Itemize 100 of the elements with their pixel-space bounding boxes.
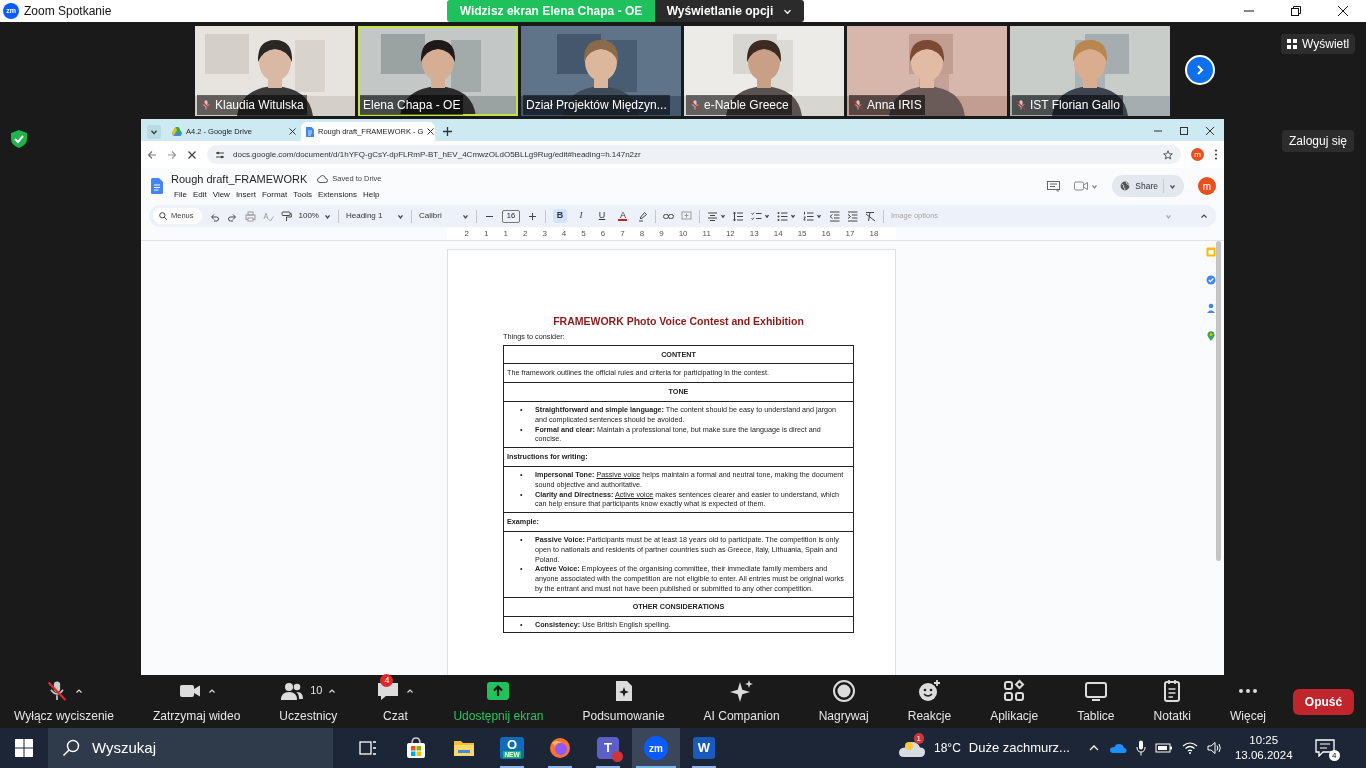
battery-icon[interactable]	[1154, 742, 1173, 754]
menu-item[interactable]: Format	[258, 189, 291, 202]
increase-size-icon[interactable]	[527, 210, 538, 222]
taskbar-app[interactable]: zm	[632, 728, 680, 768]
bookmark-star-icon[interactable]	[1163, 149, 1173, 160]
maximize-icon[interactable]	[1180, 127, 1188, 135]
format-button[interactable]: I	[574, 209, 588, 223]
stop-icon[interactable]	[187, 149, 197, 160]
meeting-control[interactable]: Aplikacje	[982, 678, 1047, 725]
text-color-button[interactable]: A	[616, 209, 630, 223]
comment-icon[interactable]	[1047, 180, 1061, 192]
screen-share-status: Widzisz ekran Elena Chapa - OE	[447, 0, 655, 22]
line-spacing-icon[interactable]	[733, 210, 744, 222]
increase-indent-icon[interactable]	[847, 210, 858, 222]
checkmark-icon[interactable]	[1206, 275, 1216, 285]
microphone-icon[interactable]	[1135, 740, 1146, 756]
decrease-indent-icon[interactable]	[829, 210, 840, 222]
close-icon[interactable]	[289, 128, 296, 135]
search-field[interactable]: Wyszukaj	[48, 728, 333, 768]
meeting-control[interactable]: Wyłącz wyciszenie	[6, 678, 122, 725]
user-avatar[interactable]: m	[1198, 177, 1216, 195]
meeting-control[interactable]: 10 Uczestnicy	[271, 678, 346, 725]
close-icon[interactable]	[427, 128, 435, 135]
caret-icon	[816, 213, 822, 219]
ruler-number: 14	[773, 229, 783, 239]
taskbar-app[interactable]: T	[584, 728, 632, 768]
meeting-control[interactable]: Więcej	[1221, 678, 1274, 725]
format-button[interactable]: U	[595, 209, 609, 223]
menu-icon[interactable]	[1214, 149, 1218, 160]
weather-condition[interactable]: Duże zachmurz...	[968, 738, 1070, 758]
paint-format-icon[interactable]	[280, 210, 292, 222]
align-icon[interactable]	[707, 210, 718, 222]
site-info-icon	[215, 149, 225, 160]
firefox-icon	[549, 737, 571, 759]
spellcheck-icon[interactable]	[262, 210, 274, 222]
speaker-icon[interactable]	[1206, 741, 1223, 755]
caret-icon	[462, 212, 469, 220]
menu-item[interactable]: View	[209, 189, 233, 202]
highlighter-icon[interactable]	[637, 210, 648, 222]
participant-name: Anna IRIS	[849, 95, 925, 115]
zoom-select[interactable]: 100%	[298, 210, 331, 222]
menu-item[interactable]: File	[171, 189, 190, 202]
style-select[interactable]: Heading 1	[346, 210, 404, 222]
new-tab-icon[interactable]	[443, 127, 452, 136]
notifications-icon[interactable]	[1314, 739, 1335, 757]
document-title[interactable]: Rough draft_FRAMEWORK	[171, 170, 308, 188]
participant-count: 10	[310, 683, 323, 699]
back-icon[interactable]	[147, 149, 157, 160]
meeting-control[interactable]: Nagrywaj	[810, 678, 877, 725]
docs-logo-icon[interactable]	[151, 178, 163, 194]
close-icon[interactable]	[1206, 127, 1214, 135]
scrollbar[interactable]	[1216, 241, 1221, 561]
ruler-number: 12	[725, 229, 735, 239]
font-select[interactable]: Calibri	[419, 210, 469, 222]
sign-in-button[interactable]: Zaloguj się	[1282, 130, 1355, 152]
bulleted-list-icon[interactable]	[777, 210, 788, 222]
shield-icon[interactable]	[10, 129, 28, 149]
menu-item[interactable]: Insert	[232, 189, 259, 202]
meeting-control[interactable]: Notatki	[1145, 678, 1199, 725]
meeting-control[interactable]: Udostępnij ekran	[445, 678, 552, 725]
chevron-right-icon	[1194, 64, 1206, 76]
caret-icon	[397, 212, 404, 220]
cloud-done-icon	[317, 175, 329, 183]
address-bar[interactable]: docs.google.com/document/d/1hYFQ-gCsY-dpFLRmP-BT_hEV_4CmwzOLdO5BLLg9Rug/edit#heading=h.147n2zr	[207, 145, 1181, 164]
more-icon	[1238, 688, 1257, 693]
view-button[interactable]: Wyświetl	[1281, 34, 1356, 54]
notification-count: 4	[1329, 750, 1340, 761]
meeting-control[interactable]: AI Companion	[695, 678, 788, 725]
collapse-toolbar-icon[interactable]	[1200, 212, 1208, 220]
video-call-icon[interactable]	[1074, 181, 1089, 191]
ruler-number: 16	[821, 229, 831, 239]
meeting-control[interactable]: Podsumowanie	[574, 678, 673, 725]
leave-button[interactable]: Opuść	[1293, 688, 1354, 715]
weather-temperature[interactable]: 18°C	[934, 739, 961, 757]
meeting-control[interactable]: Reakcje	[899, 678, 960, 725]
minimize-icon[interactable]	[1154, 127, 1162, 135]
menu-item[interactable]: Extensions	[314, 189, 361, 202]
view-options-button[interactable]: Wyświetlanie opcji	[655, 0, 804, 22]
menu-item[interactable]: Edit	[189, 189, 210, 202]
meeting-control[interactable]: Tablice	[1069, 678, 1123, 725]
tab-search-button[interactable]	[147, 125, 161, 139]
checklist-icon[interactable]	[751, 210, 762, 222]
clear-formatting-icon[interactable]	[865, 210, 876, 222]
clock[interactable]: 10:25 13.06.2024	[1234, 733, 1293, 763]
share-button[interactable]: Share	[1112, 175, 1184, 197]
next-page-button[interactable]	[1185, 55, 1215, 85]
onedrive-icon[interactable]	[1108, 742, 1127, 754]
person-icon[interactable]	[1206, 303, 1216, 313]
menu-item[interactable]: Tools	[290, 189, 315, 202]
profile-avatar[interactable]: m	[1191, 148, 1204, 161]
taskbar-app[interactable]: W	[680, 728, 728, 768]
wifi-icon[interactable]	[1181, 742, 1198, 754]
windows-start-icon[interactable]	[15, 739, 33, 757]
print-icon[interactable]	[244, 210, 256, 222]
numbered-list-icon[interactable]	[803, 210, 814, 222]
menu-item[interactable]: Help	[360, 189, 383, 202]
map-pin-icon[interactable]	[1207, 331, 1215, 341]
format-button[interactable]: B	[553, 209, 567, 223]
meeting-control[interactable]: Zatrzymaj wideo	[144, 678, 249, 725]
restore-icon	[1290, 6, 1301, 16]
